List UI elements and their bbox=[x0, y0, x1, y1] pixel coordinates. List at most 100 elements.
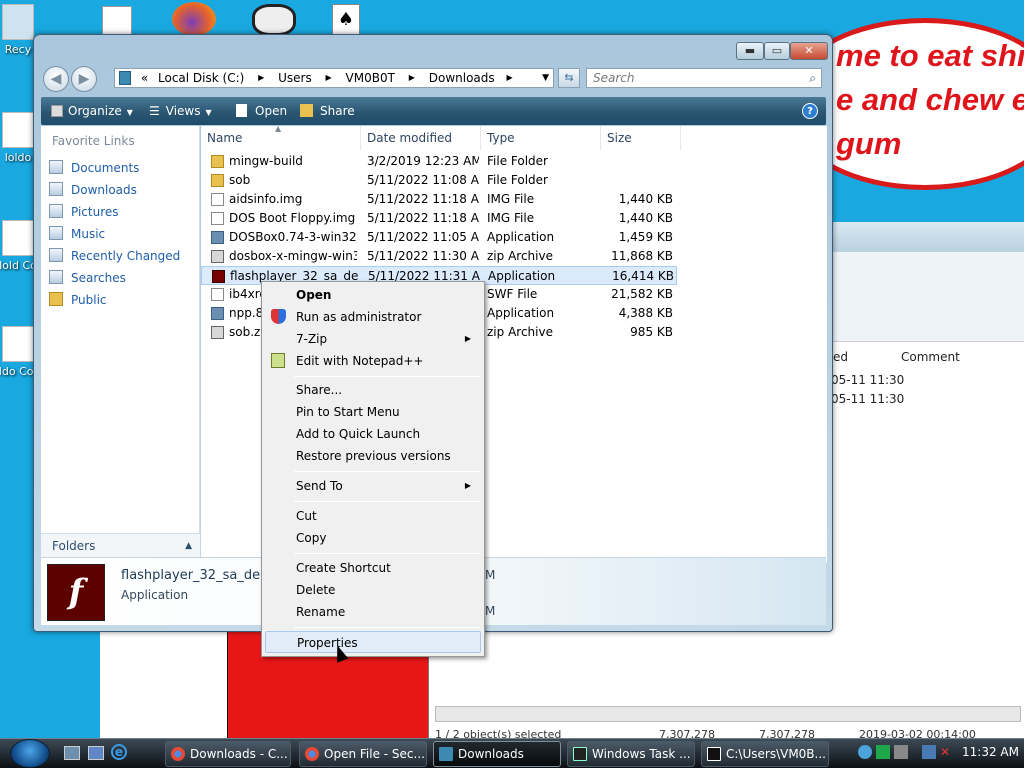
menu-item-share[interactable]: Share... bbox=[265, 379, 481, 401]
file-row[interactable]: aidsinfo.img 5/11/2022 11:18 AM IMG File 1,… bbox=[201, 190, 677, 209]
address-dropdown-icon[interactable]: ▼ bbox=[542, 69, 549, 87]
taskbar-button-open-file[interactable]: Open File - Sec... bbox=[299, 741, 427, 767]
minimize-button[interactable]: ▬ bbox=[736, 42, 764, 60]
views-button[interactable]: ☰ Views ▼ bbox=[149, 97, 212, 125]
refresh-icon[interactable]: ⇆ bbox=[558, 68, 580, 88]
nav-item-recently-changed[interactable]: Recently Changed bbox=[49, 246, 180, 266]
solitaire-icon[interactable]: ♠ bbox=[332, 4, 360, 36]
file-row[interactable]: DOS Boot Floppy.img 5/11/2022 11:18 AM IMG… bbox=[201, 209, 677, 228]
menu-item-run-as-administrator[interactable]: Run as administrator bbox=[265, 306, 481, 328]
menu-item-create-shortcut[interactable]: Create Shortcut bbox=[265, 557, 481, 579]
file-type: Application bbox=[488, 269, 556, 283]
nav-item-public[interactable]: Public bbox=[49, 290, 107, 310]
display-tray-icon[interactable] bbox=[922, 745, 936, 759]
background-column-date[interactable]: ed bbox=[833, 350, 848, 364]
downloads-icon bbox=[49, 182, 63, 196]
taskbar-button-7zip[interactable]: C:\Users\VM0B... bbox=[701, 741, 829, 767]
file-date: 5/11/2022 11:05 AM bbox=[367, 230, 479, 244]
file-type: zip Archive bbox=[487, 325, 553, 339]
start-button[interactable] bbox=[10, 739, 50, 768]
background-column-comment[interactable]: Comment bbox=[901, 350, 960, 364]
switch-windows-icon[interactable] bbox=[88, 746, 104, 760]
tray-icon-green[interactable] bbox=[876, 745, 890, 759]
menu-item-open[interactable]: Open bbox=[265, 284, 481, 306]
maximize-button[interactable]: ▭ bbox=[764, 42, 790, 60]
nav-item-pictures[interactable]: Pictures bbox=[49, 202, 119, 222]
show-desktop-icon[interactable] bbox=[64, 746, 80, 760]
folders-toggle[interactable]: Folders ▲ bbox=[41, 533, 200, 557]
menu-item-pin-to-start[interactable]: Pin to Start Menu bbox=[265, 401, 481, 423]
file-type: SWF File bbox=[487, 287, 538, 301]
menu-item-copy[interactable]: Copy bbox=[265, 527, 481, 549]
forward-button[interactable]: ▶ bbox=[71, 66, 97, 92]
help-icon[interactable]: ? bbox=[802, 103, 818, 119]
file-icon bbox=[211, 193, 224, 206]
raccoon-icon[interactable] bbox=[252, 4, 296, 36]
folder-icon bbox=[211, 174, 224, 187]
back-button[interactable]: ◀ bbox=[43, 66, 69, 92]
close-button[interactable]: ✕ bbox=[790, 42, 828, 60]
column-header-type[interactable]: Type bbox=[481, 126, 601, 150]
menu-item-delete[interactable]: Delete bbox=[265, 579, 481, 601]
share-button[interactable]: Share bbox=[300, 97, 355, 125]
menu-item-edit-notepadpp[interactable]: Edit with Notepad++ bbox=[265, 350, 481, 372]
menu-item-rename[interactable]: Rename bbox=[265, 601, 481, 623]
chevron-up-icon: ▲ bbox=[185, 541, 192, 551]
background-cell-date: 05-11 11:30 bbox=[831, 373, 905, 387]
network-tray-icon[interactable] bbox=[858, 745, 872, 759]
nav-item-documents[interactable]: Documents bbox=[49, 158, 139, 178]
file-row[interactable]: DOSBox0.74-3-win32-i... 5/11/2022 11:05 A… bbox=[201, 228, 677, 247]
address-bar[interactable]: « Local Disk (C:) ▶ Users ▶ VM0B0T ▶ Dow… bbox=[114, 68, 554, 88]
menu-item-send-to[interactable]: Send To ▶ bbox=[265, 475, 481, 497]
chevron-down-icon: ▼ bbox=[126, 108, 133, 117]
task-manager-icon bbox=[573, 747, 587, 761]
firefox-icon[interactable] bbox=[172, 2, 216, 36]
file-size: 21,582 KB bbox=[611, 287, 673, 301]
flash-player-icon: f bbox=[47, 564, 105, 621]
folder-icon bbox=[211, 155, 224, 168]
taskbar-button-task-manager[interactable]: Windows Task ... bbox=[567, 741, 695, 767]
breadcrumb-local-disk[interactable]: Local Disk (C:) bbox=[158, 69, 244, 87]
menu-item-add-to-quick-launch[interactable]: Add to Quick Launch bbox=[265, 423, 481, 445]
column-header-date[interactable]: Date modified bbox=[361, 126, 481, 150]
breadcrumb-user[interactable]: VM0B0T bbox=[346, 69, 395, 87]
column-header-name[interactable]: Name ▲ bbox=[201, 124, 361, 150]
menu-item-cut[interactable]: Cut bbox=[265, 505, 481, 527]
context-menu[interactable]: Open Run as administrator 7-Zip ▶ Edit wi… bbox=[261, 281, 485, 657]
menu-item-properties[interactable]: Properties bbox=[265, 631, 481, 653]
taskbar-button-downloads-chrome[interactable]: Downloads - C... bbox=[165, 741, 291, 767]
taskbar-button-downloads-explorer[interactable]: Downloads bbox=[433, 741, 561, 767]
file-date: 3/2/2019 12:23 AM bbox=[367, 154, 479, 168]
breadcrumb-overflow[interactable]: « bbox=[141, 69, 148, 87]
background-cell-date: 05-11 11:30 bbox=[831, 392, 905, 406]
nav-item-searches[interactable]: Searches bbox=[49, 268, 126, 288]
column-header-size[interactable]: Size bbox=[601, 126, 681, 150]
file-row[interactable]: mingw-build 3/2/2019 12:23 AM File Folder bbox=[201, 152, 677, 171]
nav-item-downloads[interactable]: Downloads bbox=[49, 180, 137, 200]
system-clock[interactable]: 11:32 AM bbox=[962, 745, 1019, 759]
menu-separator bbox=[294, 471, 480, 472]
horizontal-scrollbar[interactable] bbox=[435, 706, 1021, 722]
breadcrumb-downloads[interactable]: Downloads bbox=[429, 69, 495, 87]
file-row[interactable]: sob 5/11/2022 11:08 AM File Folder bbox=[201, 171, 677, 190]
nav-item-music[interactable]: Music bbox=[49, 224, 105, 244]
volume-muted-icon[interactable]: ✕ bbox=[940, 745, 954, 759]
tray-icon-monitor[interactable] bbox=[894, 745, 908, 759]
search-input[interactable]: Search ⌕ bbox=[586, 68, 822, 88]
internet-explorer-icon[interactable]: e bbox=[111, 744, 127, 760]
desktop-icon-document[interactable] bbox=[102, 6, 132, 36]
breadcrumb-users[interactable]: Users bbox=[278, 69, 312, 87]
menu-separator bbox=[294, 553, 480, 554]
chrome-icon bbox=[171, 747, 185, 761]
file-date: 5/11/2022 11:18 AM bbox=[367, 192, 479, 206]
organize-button[interactable]: Organize ▼ bbox=[51, 97, 133, 125]
menu-item-restore-previous-versions[interactable]: Restore previous versions bbox=[265, 445, 481, 467]
file-type: IMG File bbox=[487, 192, 535, 206]
document-icon bbox=[2, 112, 34, 148]
file-name: aidsinfo.img bbox=[229, 192, 303, 206]
menu-item-7zip[interactable]: 7-Zip ▶ bbox=[265, 328, 481, 350]
file-name: DOSBox0.74-3-win32-i... bbox=[229, 230, 357, 244]
views-icon: ☰ bbox=[149, 104, 160, 118]
search-icon[interactable]: ⌕ bbox=[809, 69, 816, 87]
file-row[interactable]: dosbox-x-mingw-win3... 5/11/2022 11:30 AM… bbox=[201, 247, 677, 266]
